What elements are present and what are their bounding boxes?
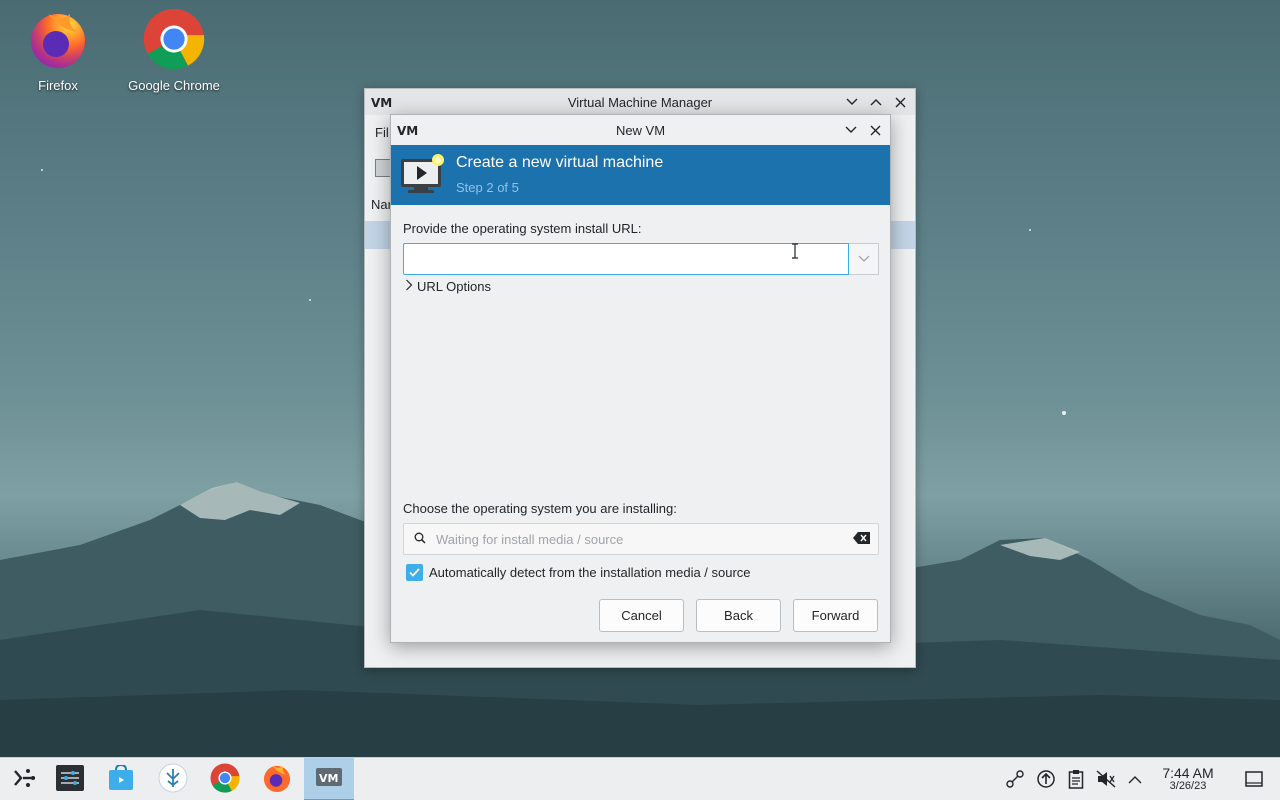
clock-date: 3/26/23	[1169, 780, 1207, 792]
url-options-label: URL Options	[417, 279, 491, 294]
auto-detect-row: Automatically detect from the installati…	[406, 564, 751, 581]
dialog-title: New VM	[615, 122, 666, 138]
close-icon[interactable]	[866, 121, 884, 139]
clipboard-icon[interactable]	[1066, 769, 1086, 789]
taskbar-app-virt[interactable]	[148, 758, 198, 800]
taskbar-app-chrome[interactable]	[200, 758, 250, 800]
clear-text-icon[interactable]	[853, 531, 870, 547]
os-search-placeholder: Waiting for install media / source	[436, 531, 624, 547]
chevron-right-icon	[405, 279, 413, 294]
search-icon	[414, 532, 426, 547]
install-url-input[interactable]	[403, 243, 849, 275]
firefox-icon	[262, 763, 292, 796]
forward-button[interactable]: Forward	[793, 599, 878, 632]
chrome-icon	[143, 8, 205, 70]
launcher-icon	[13, 767, 37, 792]
taskbar-app-settings[interactable]	[45, 758, 95, 800]
wizard-banner: Create a new virtual machine Step 2 of 5	[391, 145, 890, 205]
discover-icon	[108, 763, 134, 794]
volume-muted-icon[interactable]	[1096, 769, 1116, 789]
taskbar: VM 7:44 AM 3/26/23	[0, 757, 1280, 800]
minimize-icon[interactable]	[843, 93, 861, 111]
os-choice-label: Choose the operating system you are inst…	[403, 501, 677, 516]
install-url-label: Provide the operating system install URL…	[403, 221, 642, 236]
taskbar-app-discover[interactable]	[96, 758, 146, 800]
virtual-machine-icon	[400, 153, 446, 198]
firefox-icon	[31, 14, 85, 68]
svg-text:VM: VM	[319, 772, 338, 785]
taskbar-app-firefox[interactable]	[252, 758, 302, 800]
clock-time: 7:44 AM	[1162, 765, 1214, 781]
minimize-icon[interactable]	[842, 121, 860, 139]
url-options-expander[interactable]: URL Options	[405, 279, 491, 294]
maximize-icon[interactable]	[867, 93, 885, 111]
back-button[interactable]: Back	[696, 599, 781, 632]
tray-expand-icon[interactable]	[1125, 769, 1145, 789]
desktop-icon-firefox[interactable]: Firefox	[3, 8, 113, 93]
os-search-field[interactable]: Waiting for install media / source	[403, 523, 879, 555]
cancel-button[interactable]: Cancel	[599, 599, 684, 632]
svg-text:VM: VM	[397, 124, 418, 137]
vm-logo-icon: VM	[371, 95, 393, 112]
vm-logo-icon: VM	[397, 123, 419, 140]
application-launcher[interactable]	[0, 758, 50, 800]
close-icon[interactable]	[891, 93, 909, 111]
new-vm-dialog: VM New VM Create a new virtual machine S…	[390, 114, 891, 643]
column-header-name[interactable]: Nar	[371, 197, 392, 212]
auto-detect-checkbox[interactable]	[406, 564, 423, 581]
settings-icon	[56, 765, 84, 794]
dialog-titlebar[interactable]: VM New VM	[391, 115, 890, 145]
clock[interactable]: 7:44 AM 3/26/23	[1152, 765, 1224, 792]
window-title: Virtual Machine Manager	[567, 94, 713, 110]
svg-text:VM: VM	[371, 96, 392, 109]
text-cursor-icon	[791, 243, 799, 262]
install-url-combobox	[403, 243, 879, 275]
network-icon[interactable]	[1005, 769, 1025, 789]
desktop-icon-label: Google Chrome	[128, 78, 220, 93]
auto-detect-label[interactable]: Automatically detect from the installati…	[429, 565, 751, 580]
updates-icon[interactable]	[1036, 769, 1056, 789]
window-titlebar[interactable]: VM Virtual Machine Manager	[365, 89, 915, 115]
desktop-icon-chrome[interactable]: Google Chrome	[119, 8, 229, 93]
chrome-icon	[210, 763, 240, 796]
menu-file[interactable]: Fil	[375, 125, 389, 140]
virt-icon	[158, 763, 188, 796]
chevron-down-icon[interactable]	[849, 243, 879, 275]
virt-manager-icon: VM	[316, 768, 342, 789]
show-desktop-icon[interactable]	[1244, 769, 1264, 789]
taskbar-app-virt-manager[interactable]: VM	[304, 758, 354, 800]
wizard-step: Step 2 of 5	[456, 180, 519, 195]
wizard-title: Create a new virtual machine	[456, 154, 664, 171]
desktop-icon-label: Firefox	[38, 78, 78, 93]
